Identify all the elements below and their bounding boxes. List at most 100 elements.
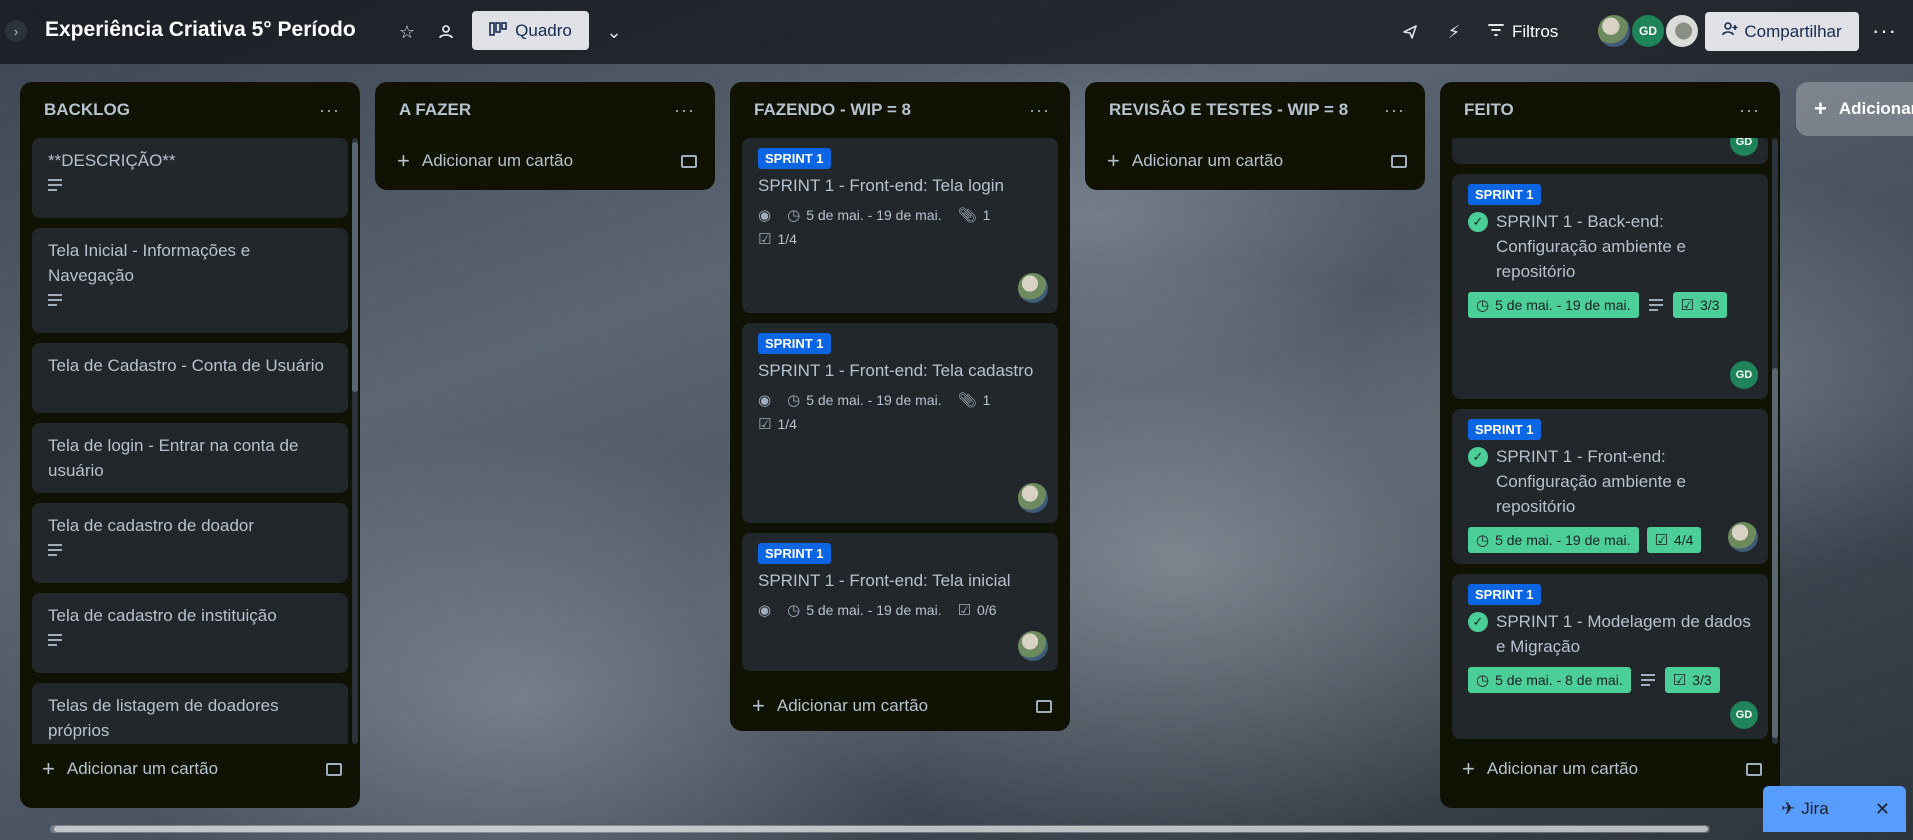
card[interactable]: Tela de Cadastro - Conta de Usuário (32, 343, 348, 413)
board-header: › Experiência Criativa 5° Período ☆ Quad… (0, 0, 1913, 64)
card-title: Telas de listagem de doadores próprios (48, 696, 279, 740)
list-menu-ellipsis-icon[interactable]: ··· (1029, 100, 1050, 121)
scroll-thumb[interactable] (54, 826, 1708, 832)
jira-widget[interactable]: ✈ Jira ✕ (1763, 786, 1906, 832)
plus-icon: + (1462, 756, 1475, 781)
workspace-visibility-icon[interactable] (432, 18, 460, 46)
card-partial[interactable]: GD (1452, 138, 1768, 164)
add-card-button[interactable]: + Adicionar um cartão (1440, 744, 1780, 794)
scroll-thumb[interactable] (352, 142, 358, 392)
list-menu-ellipsis-icon[interactable]: ··· (319, 100, 340, 121)
template-icon[interactable] (326, 762, 342, 776)
add-card-button[interactable]: + Adicionar um cartão (1085, 138, 1425, 184)
list-title[interactable]: FEITO (1464, 100, 1514, 120)
scroll-thumb[interactable] (1772, 368, 1778, 738)
board-view-button[interactable]: Quadro (472, 11, 589, 50)
checklist-badge: ☑ 0/6 (958, 601, 997, 619)
card-title: Tela de login - Entrar na conta de usuár… (48, 436, 299, 480)
send-icon[interactable] (1396, 18, 1424, 46)
member-avatar-gd[interactable]: GD (1730, 361, 1758, 389)
template-icon[interactable] (681, 154, 697, 168)
add-card-label: Adicionar um cartão (66, 759, 219, 778)
checklist-count: 3/3 (1699, 297, 1720, 313)
chevron-down-icon[interactable]: ⌄ (600, 18, 628, 46)
share-button[interactable]: Compartilhar (1705, 12, 1859, 51)
list-scrollbar[interactable] (352, 138, 358, 744)
due-date-badge[interactable]: ◷ 5 de mai. - 19 de mai. (787, 391, 942, 409)
card[interactable]: Telas de listagem de doadores próprios (32, 683, 348, 744)
checklist-icon: ☑ (758, 231, 772, 248)
card[interactable]: Tela de cadastro de instituição (32, 593, 348, 673)
board-horizontal-scrollbar[interactable] (20, 823, 1910, 833)
list-menu-ellipsis-icon[interactable]: ··· (1384, 100, 1405, 121)
share-label: Compartilhar (1744, 21, 1842, 41)
member-avatar-gd[interactable]: GD (1730, 701, 1758, 729)
add-card-button[interactable]: + Adicionar um cartão (730, 681, 1070, 731)
list-title[interactable]: BACKLOG (44, 100, 130, 120)
checklist-count: 4/4 (1673, 532, 1694, 548)
add-card-label: Adicionar um cartão (1486, 759, 1639, 778)
close-icon[interactable]: ✕ (1875, 799, 1890, 820)
list-title[interactable]: REVISÃO E TESTES - WIP = 8 (1109, 100, 1348, 120)
due-date-badge[interactable]: ◷ 5 de mai. - 19 de mai. (787, 206, 942, 224)
add-list-label: Adicionar (1838, 99, 1913, 118)
list-menu-ellipsis-icon[interactable]: ··· (1739, 100, 1760, 121)
due-date-badge[interactable]: ◷ 5 de mai. - 19 de mai. (1468, 527, 1639, 553)
checklist-icon: ☑ (758, 416, 772, 433)
add-card-button[interactable]: + Adicionar um cartão (20, 744, 360, 794)
member-avatar-photo[interactable] (1018, 273, 1048, 303)
automation-bolt-icon[interactable]: ⚡ (1440, 18, 1468, 46)
star-icon[interactable]: ☆ (393, 18, 421, 46)
chevron-right-icon[interactable]: › (5, 20, 27, 42)
card-title: Tela de cadastro de instituição (48, 606, 277, 625)
list-scrollbar[interactable] (1772, 138, 1778, 744)
card[interactable]: SPRINT 1 ✓ SPRINT 1 - Back-end: Configur… (1452, 174, 1768, 399)
card[interactable]: SPRINT 1 ✓ SPRINT 1 - Modelagem de dados… (1452, 574, 1768, 739)
due-date-badge[interactable]: ◷ 5 de mai. - 19 de mai. (787, 601, 942, 619)
list-backlog: BACKLOG ··· **DESCRIÇÃO** Tela Inicial -… (20, 82, 360, 808)
template-icon[interactable] (1036, 699, 1052, 713)
card[interactable]: Tela Inicial - Informações e Navegação (32, 228, 348, 333)
card[interactable]: SPRINT 1 ✓ SPRINT 1 - Front-end: Configu… (1452, 409, 1768, 564)
board-menu-ellipsis-icon[interactable]: ··· (1872, 18, 1897, 44)
add-card-label: Adicionar um cartão (1131, 151, 1284, 170)
due-date-badge[interactable]: ◷ 5 de mai. - 8 de mai. (1468, 667, 1631, 693)
member-avatar-crocodile[interactable] (1666, 15, 1698, 47)
due-date-badge[interactable]: ◷ 5 de mai. - 19 de mai. (1468, 292, 1639, 318)
clock-icon: ◷ (787, 602, 801, 619)
checklist-icon: ☑ (1654, 532, 1668, 549)
sprint-label: SPRINT 1 (1468, 184, 1541, 205)
description-icon (1640, 671, 1655, 689)
card[interactable]: SPRINT 1 SPRINT 1 - Front-end: Tela inic… (742, 533, 1058, 671)
checklist-badge: ☑ 3/3 (1672, 292, 1728, 318)
filters-button[interactable]: Filtros (1488, 14, 1558, 50)
description-icon (48, 634, 62, 646)
checklist-count: 3/3 (1692, 672, 1712, 688)
member-avatar-photo[interactable] (1018, 631, 1048, 661)
add-card-button[interactable]: + Adicionar um cartão (375, 138, 715, 184)
checklist-count: 1/4 (777, 416, 797, 432)
card[interactable]: SPRINT 1 SPRINT 1 - Front-end: Tela cada… (742, 323, 1058, 523)
template-icon[interactable] (1391, 154, 1407, 168)
template-icon[interactable] (1746, 762, 1762, 776)
member-avatar-gd[interactable]: GD (1632, 15, 1664, 47)
add-list-button[interactable]: + Adicionar (1796, 82, 1913, 136)
member-avatar-photo[interactable] (1598, 15, 1630, 47)
member-avatar-photo[interactable] (1728, 522, 1758, 552)
member-avatar-gd[interactable]: GD (1730, 138, 1758, 156)
list-title[interactable]: FAZENDO - WIP = 8 (754, 100, 911, 120)
clock-icon: ◷ (1476, 297, 1490, 314)
list-menu-ellipsis-icon[interactable]: ··· (674, 100, 695, 121)
board-title[interactable]: Experiência Criativa 5° Período (45, 18, 356, 42)
card[interactable]: Tela de cadastro de doador (32, 503, 348, 583)
member-avatar-photo[interactable] (1018, 483, 1048, 513)
list-title[interactable]: A FAZER (399, 100, 471, 120)
clock-icon: ◷ (787, 207, 801, 224)
card[interactable]: **DESCRIÇÃO** (32, 138, 348, 218)
card[interactable]: SPRINT 1 SPRINT 1 - Front-end: Tela logi… (742, 138, 1058, 313)
clock-icon: ◷ (1476, 672, 1490, 689)
card[interactable]: Tela de login - Entrar na conta de usuár… (32, 423, 348, 493)
checklist-icon: ☑ (957, 602, 972, 619)
sprint-label: SPRINT 1 (758, 543, 831, 564)
add-card-label: Adicionar um cartão (776, 696, 929, 715)
